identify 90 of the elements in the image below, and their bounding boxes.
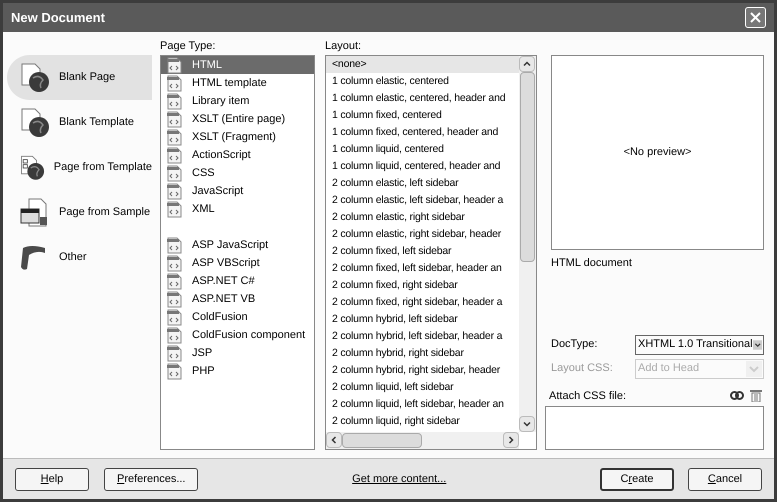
category-item[interactable]: Other [7,235,152,280]
layout-item[interactable]: 1 column fixed, centered [326,107,519,124]
create-button[interactable]: Create [600,468,674,490]
category-item[interactable]: Page from Template [7,145,152,190]
page-type-item[interactable]: ColdFusion [161,308,314,326]
page-type-item[interactable]: ActionScript [161,146,314,164]
vertical-scrollbar[interactable] [519,56,536,432]
layout-item[interactable]: 2 column liquid, left sidebar [326,379,519,396]
layout-item[interactable]: 2 column hybrid, left sidebar [326,311,519,328]
layout-item[interactable]: 2 column liquid, right sidebar [326,413,519,430]
layout-item[interactable]: 1 column elastic, centered [326,73,519,90]
file-icon [166,110,182,128]
layout-item[interactable]: 1 column fixed, centered, header and [326,124,519,141]
page-type-item[interactable]: ASP VBScript [161,254,314,272]
scroll-down-button[interactable] [519,416,535,432]
layout-item[interactable]: 2 column fixed, left sidebar, header an [326,260,519,277]
layout-item[interactable]: 2 column liquid, left sidebar, header an [326,396,519,413]
close-button[interactable] [745,7,766,28]
horizontal-scroll-thumb[interactable] [342,433,422,448]
window-title: New Document [11,8,105,27]
layout-heading: Layout: [325,39,362,54]
close-icon [750,12,761,23]
file-icon [166,146,182,164]
layout-item[interactable]: 2 column hybrid, right sidebar [326,345,519,362]
category-item[interactable]: Blank Template [7,100,152,145]
dropdown-caret-icon [746,360,762,376]
layout-item[interactable]: 2 column elastic, left sidebar [326,175,519,192]
file-icon [166,92,182,110]
scroll-up-button[interactable] [519,56,535,72]
page-type-item[interactable]: Library item [161,92,314,110]
file-icon [166,362,182,380]
page-type-item[interactable]: XML [161,200,314,218]
file-icon [166,182,182,200]
option-label: DocType: [551,337,598,352]
file-icon [166,308,182,326]
page-type-item[interactable]: ASP.NET C# [161,272,314,290]
page-type-item[interactable]: PHP [161,362,314,380]
file-icon [166,254,182,272]
get-more-content-link[interactable]: Get more content... [352,470,446,488]
file-icon [166,74,182,92]
document-description: HTML document [551,256,633,271]
page-type-item[interactable]: HTML [161,56,314,74]
file-icon [166,128,182,146]
layout-item[interactable]: 2 column elastic, right sidebar, header [326,226,519,243]
link-icon[interactable] [730,391,744,400]
layout-item[interactable]: 2 column elastic, left sidebar, header a [326,192,519,209]
trash-icon[interactable] [750,389,762,402]
page-type-item[interactable]: ASP.NET VB [161,290,314,308]
page-type-item[interactable]: XSLT (Fragment) [161,128,314,146]
page-type-item[interactable]: ColdFusion component [161,326,314,344]
attach-css-label: Attach CSS file: [549,388,626,404]
layout-item[interactable]: <none> [326,56,519,73]
layout-item[interactable]: 2 column elastic, right sidebar [326,209,519,226]
option-label: Layout CSS: [551,361,614,376]
layout-item[interactable]: 2 column fixed, left sidebar [326,243,519,260]
layout-item[interactable]: 2 column fixed, right sidebar [326,277,519,294]
layout-item[interactable]: 2 column hybrid, right sidebar, header [326,362,519,379]
page-type-item[interactable]: JSP [161,344,314,362]
file-icon [166,164,182,182]
scroll-left-button[interactable] [326,432,342,448]
page-type-item[interactable]: CSS [161,164,314,182]
layout-item[interactable]: 1 column liquid, centered [326,141,519,158]
layout-item[interactable]: 2 column fixed, right sidebar, header a [326,294,519,311]
help-button[interactable]: Help [15,468,89,490]
category-item[interactable]: Blank Page [7,55,152,100]
page-type-heading: Page Type: [160,39,216,54]
option-dropdown[interactable]: XHTML 1.0 Transitional [635,334,764,354]
blank-page-icon [19,106,51,138]
layout-item[interactable]: 1 column liquid, centered, header and [326,158,519,175]
blank-page-icon [19,62,51,94]
preferences-button[interactable]: Preferences... [104,468,198,490]
file-icon [166,326,182,344]
file-icon [166,290,182,308]
file-icon [166,344,182,362]
page-type-item[interactable]: HTML template [161,74,314,92]
scroll-thumb[interactable] [520,72,535,262]
page-type-item[interactable]: ASP JavaScript [161,236,314,254]
layout-item[interactable]: 2 column hybrid, left sidebar, header a [326,328,519,345]
file-icon [166,272,182,290]
layout-item[interactable]: 1 column elastic, centered, header and [326,90,519,107]
category-item[interactable]: Page from Sample [7,190,152,235]
css-file-list[interactable] [545,406,764,450]
file-icon [166,236,182,254]
scroll-right-button[interactable] [503,432,519,448]
page-type-item[interactable]: JavaScript [161,182,314,200]
cancel-button[interactable]: Cancel [688,468,762,490]
file-icon [166,200,182,218]
preview-pane: <No preview> [551,55,764,250]
page-type-item[interactable]: XSLT (Entire page) [161,110,314,128]
horizontal-scrollbar[interactable] [326,432,519,449]
